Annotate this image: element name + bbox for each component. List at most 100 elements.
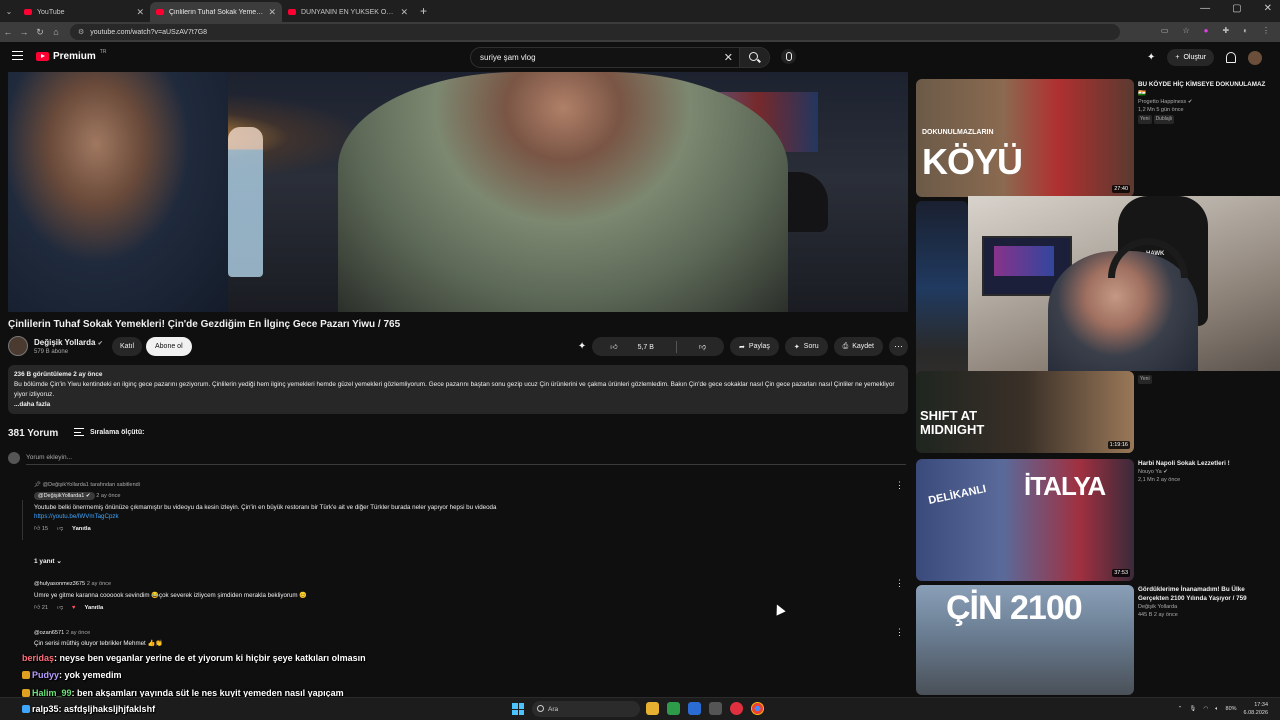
browser-extensions: ▭ ☆ ● ✚ ◐ ⋮: [1161, 26, 1270, 35]
clear-search-icon[interactable]: ✕: [724, 51, 733, 64]
home-icon[interactable]: ⌂: [48, 27, 64, 37]
recommendation-thumbnail[interactable]: SHIFT AT MIDNIGHT 1:19:16: [916, 371, 1134, 453]
taskbar-search[interactable]: Ara: [532, 701, 640, 717]
subscribe-button[interactable]: Abone ol: [146, 337, 192, 356]
comment-like-button[interactable]: 👍︎ 15: [34, 525, 48, 532]
youtube-favicon-icon: [156, 9, 164, 15]
comment-text: Çin serisi müthiş oluyor tebrikler Mehme…: [34, 640, 163, 647]
reply-button[interactable]: Yanıtla: [84, 605, 103, 611]
comment-dislike-button[interactable]: 👎︎: [57, 525, 63, 532]
dubbed-badge: Dublajlı: [1153, 115, 1175, 124]
spreadsheet-app-icon[interactable]: [667, 702, 680, 715]
comment-dislike-button[interactable]: 👎︎: [57, 604, 63, 611]
more-actions-button[interactable]: ⋯: [889, 337, 908, 356]
comment-count: 381 Yorum: [8, 428, 59, 439]
address-bar[interactable]: ⚙ youtube.com/watch?v=aUSzAV7t7G8: [70, 24, 1120, 40]
profile-icon[interactable]: ◐: [1243, 26, 1248, 35]
microphone-icon[interactable]: 🎙︎: [1189, 706, 1196, 712]
battery-level[interactable]: 80%: [1226, 706, 1237, 712]
close-icon[interactable]: ✕: [136, 7, 144, 18]
comment-like-button[interactable]: 👍︎ 21: [34, 604, 48, 611]
channel-avatar[interactable]: [8, 336, 28, 356]
comment-link[interactable]: https://youtu.be/lWVmTagCpzk: [34, 513, 496, 520]
recommendation-info[interactable]: Gördüklerime İnanamadım! Bu Ülke Gerçekt…: [1138, 585, 1268, 619]
recommendation-thumbnail[interactable]: DELİKANLI İTALYA 37:53: [916, 459, 1134, 581]
comment-author[interactable]: @ozan6571: [34, 630, 64, 636]
close-window-icon[interactable]: ✕: [1264, 3, 1272, 14]
voice-search-icon[interactable]: [781, 49, 796, 64]
like-button[interactable]: 👍︎ 5,7 B: [592, 342, 672, 351]
channel-name-text: Değişik Yollarda: [34, 338, 96, 347]
chrome-icon[interactable]: [751, 702, 764, 715]
recommendation-info[interactable]: Harbi Napoli Sokak Lezzetleri ! Nouyo Ya…: [1138, 459, 1268, 484]
reply-button[interactable]: Yanıtla: [72, 526, 91, 532]
chrome-menu-icon[interactable]: ⋮: [1262, 26, 1270, 35]
comment-menu-icon[interactable]: ⋮: [895, 627, 904, 638]
site-info-icon[interactable]: ⚙: [78, 28, 84, 36]
show-more-link[interactable]: ...daha fazla: [14, 400, 902, 410]
channel-name[interactable]: Değişik Yollarda ✔: [34, 338, 103, 347]
new-tab-button[interactable]: +: [420, 4, 427, 18]
hamburger-menu-icon[interactable]: [12, 51, 23, 60]
bookmark-icon: ⎙: [842, 342, 849, 350]
notifications-bell-icon[interactable]: [1226, 52, 1236, 63]
ask-button[interactable]: ✦ Soru: [784, 337, 828, 356]
tab-search-icon[interactable]: ⌄: [0, 7, 18, 16]
logo-text: Premium: [53, 51, 96, 62]
recommendation-info[interactable]: Yeni: [1138, 374, 1268, 384]
settings-app-icon[interactable]: [709, 702, 722, 715]
video-title: Çinlilerin Tuhaf Sokak Yemekleri! Çin'de…: [8, 319, 401, 330]
video-player[interactable]: [8, 72, 908, 312]
youtube-premium-logo[interactable]: Premium TR: [36, 49, 106, 62]
replies-toggle[interactable]: 1 yanıt ⌄: [34, 557, 62, 565]
reload-icon[interactable]: ↻: [32, 27, 48, 38]
close-icon[interactable]: ✕: [400, 7, 408, 18]
comment-time[interactable]: 2 ay önce: [96, 493, 120, 499]
dislike-button[interactable]: 👎︎: [681, 342, 724, 351]
comment-menu-icon[interactable]: ⋮: [895, 480, 904, 491]
premium-gem-icon[interactable]: ✦: [1147, 52, 1155, 63]
cast-icon[interactable]: ▭: [1161, 26, 1169, 35]
comment-time[interactable]: 2 ay önce: [66, 630, 90, 636]
sort-comments-button[interactable]: Sıralama ölçütü:: [74, 428, 144, 436]
browser-tab-hotel[interactable]: DÜNYANIN EN YÜKSEK OTELİ ✕: [282, 2, 414, 22]
recommendation-thumbnail[interactable]: DOKUNULMAZLARIN KÖYÜ 27:40: [916, 79, 1134, 197]
share-button[interactable]: ➦ Paylaş: [730, 337, 779, 356]
file-explorer-icon[interactable]: [646, 702, 659, 715]
windows-start-icon[interactable]: [512, 703, 524, 715]
wifi-icon[interactable]: ◠: [1203, 706, 1208, 712]
forward-icon[interactable]: →: [16, 27, 32, 37]
add-comment-input[interactable]: Yorum ekleyin...: [26, 454, 906, 465]
volume-icon[interactable]: 🔈︎: [1215, 706, 1218, 713]
word-app-icon[interactable]: [688, 702, 701, 715]
puzzle-icon[interactable]: ✚: [1222, 26, 1229, 35]
bookmark-star-icon[interactable]: ☆: [1182, 26, 1189, 35]
search-input[interactable]: suriye şam vlog ✕: [470, 47, 770, 68]
maximize-icon[interactable]: ▢: [1232, 3, 1241, 14]
save-button[interactable]: ⎙ Kaydet: [833, 337, 883, 356]
media-app-icon[interactable]: [730, 702, 743, 715]
join-button[interactable]: Katıl: [112, 337, 143, 356]
video-description[interactable]: 236 B görüntüleme 2 ay önce Bu bölümde Ç…: [8, 365, 908, 414]
premium-action-icon[interactable]: ✦: [578, 341, 586, 352]
minimize-icon[interactable]: —: [1200, 3, 1210, 14]
comment-author[interactable]: @hulyasonmez3675: [34, 581, 85, 587]
chat-user: beridaş: [22, 653, 55, 663]
create-button[interactable]: + Oluştur: [1167, 49, 1214, 66]
extension-icon[interactable]: ●: [1204, 26, 1209, 35]
back-icon[interactable]: ←: [0, 27, 16, 37]
comment-menu-icon[interactable]: ⋮: [895, 578, 904, 589]
tray-chevron-icon[interactable]: ⌃: [1178, 706, 1183, 712]
browser-tab-youtube[interactable]: YouTube ✕: [18, 2, 150, 22]
comment-author-text: @DeğişikYollarda1: [38, 493, 85, 499]
close-icon[interactable]: ✕: [268, 7, 276, 18]
subscriber-count: 579 B abone: [34, 349, 69, 355]
recommendation-thumbnail[interactable]: ÇİN 2100: [916, 585, 1134, 695]
comment-time[interactable]: 2 ay önce: [87, 581, 111, 587]
comment-author[interactable]: @DeğişikYollarda1 ✔: [34, 492, 95, 500]
clock[interactable]: 17:34 6.08.2026: [1244, 701, 1268, 717]
search-button[interactable]: [739, 48, 769, 67]
recommendation-info[interactable]: BU KÖYDE HİÇ KİMSEYE DOKUNULAMAZ 🇮🇳 Prog…: [1138, 80, 1268, 124]
browser-tab-active[interactable]: Çinlilerin Tuhaf Sokak Yemekleri ✕: [150, 2, 282, 22]
account-avatar[interactable]: [1248, 50, 1262, 65]
